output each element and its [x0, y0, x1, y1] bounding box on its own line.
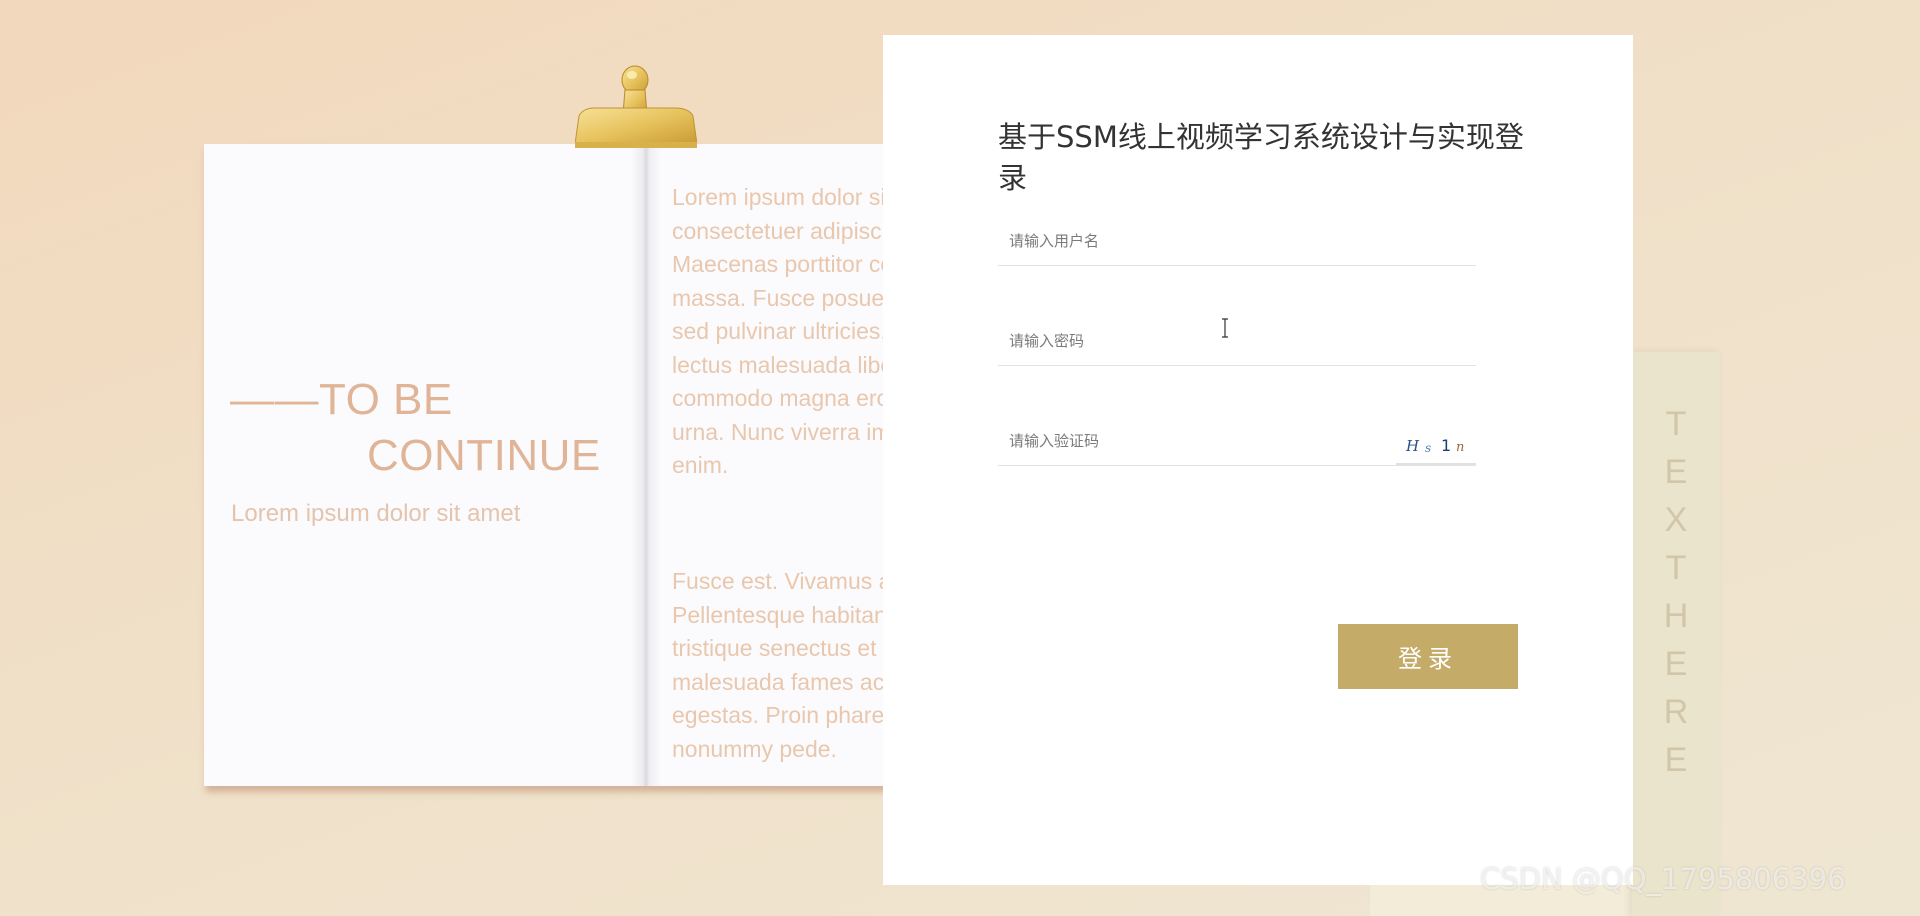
paper-body-paragraph-2: Fusce est. Vivamus a tellus. Pellentesqu…: [672, 565, 912, 766]
username-input[interactable]: [998, 217, 1476, 265]
booklet-fold: [631, 144, 661, 786]
paper-body-line: consectetuer adipiscing elit.: [672, 217, 912, 244]
username-field-wrapper: [998, 217, 1476, 266]
paper-body-line: massa. Fusce posuere, magna: [672, 284, 912, 311]
paper-body-line: sed pulvinar ultricies, purus: [672, 318, 912, 344]
column-letter: E: [1664, 645, 1688, 683]
captcha-char: n: [1456, 440, 1464, 455]
column-letter: E: [1664, 453, 1688, 491]
login-title: 基于SSM线上视频学习系统设计与实现登录: [998, 120, 1524, 195]
text-here-letters: T E X T H E R E: [1632, 400, 1720, 784]
paper-headline: ——TO BE CONTINUE: [230, 372, 601, 484]
column-letter: E: [1664, 741, 1688, 779]
paper-body-line: Maecenas porttitor congue: [672, 251, 912, 277]
password-field-wrapper: [998, 317, 1476, 366]
paper-body-line: urna. Nunc viverra imperdiet: [672, 418, 912, 445]
paper-body-line: nonummy pede.: [672, 735, 837, 762]
paper-body-line: enim.: [672, 452, 729, 478]
paper-body-line: Fusce est. Vivamus a tellus.: [672, 568, 912, 594]
paper-body-line: Pellentesque habitant morbi: [672, 601, 912, 628]
login-button[interactable]: 登录: [1338, 624, 1518, 689]
column-letter: X: [1664, 501, 1688, 539]
paper-body-line: commodo magna eros quis: [672, 385, 912, 411]
paper-body-line: lectus malesuada libero, sit: [672, 351, 912, 378]
paper-subtitle: Lorem ipsum dolor sit amet: [231, 500, 521, 527]
column-letter: H: [1663, 597, 1689, 635]
paper-body-line: Lorem ipsum dolor sit amet,: [672, 184, 912, 210]
password-input[interactable]: [998, 317, 1476, 365]
captcha-image[interactable]: H s 1 n: [1396, 425, 1476, 465]
text-cursor-icon: [1222, 318, 1228, 338]
paper-body-line: egestas. Proin pharetra: [672, 702, 912, 728]
captcha-char: 1: [1441, 436, 1451, 455]
login-card: 基于SSM线上视频学习系统设计与实现登录 H s 1 n 登录: [883, 35, 1633, 885]
paper-headline-line1: ——TO BE: [230, 375, 453, 424]
captcha-input[interactable]: [998, 417, 1388, 465]
paper-body-line: malesuada fames ac turpis: [672, 668, 912, 695]
captcha-char: H: [1405, 437, 1420, 455]
paper-body-paragraph-1: Lorem ipsum dolor sit amet, consectetuer…: [672, 181, 912, 483]
watermark: CSDN @QQ_1795806396: [1480, 862, 1846, 896]
captcha-char: s: [1425, 441, 1431, 455]
paper-body-line: tristique senectus et netus et: [672, 635, 912, 661]
column-letter: T: [1665, 549, 1687, 587]
text-here-column: T E X T H E R E: [1632, 352, 1720, 916]
paper-clip-icon: [575, 65, 697, 148]
column-letter: T: [1665, 405, 1687, 443]
captcha-field-wrapper: H s 1 n: [998, 417, 1476, 466]
paper-headline-line2: CONTINUE: [367, 431, 601, 480]
column-letter: R: [1663, 693, 1689, 731]
